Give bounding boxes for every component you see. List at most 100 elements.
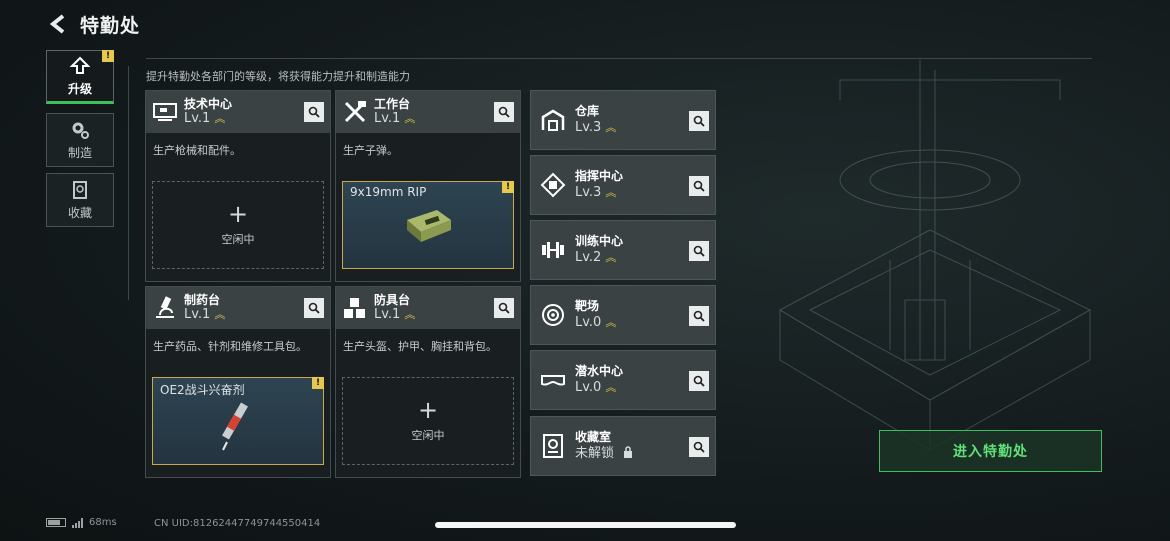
facility-card-tech-center[interactable]: 技术中心 Lv.1 ︽ 生产枪械和配件。 + 空闲中 xyxy=(145,90,331,282)
facility-card-workbench[interactable]: 工作台 Lv.1 ︽ 生产子弹。 9x19mm RIP ! xyxy=(335,90,521,282)
search-icon xyxy=(693,180,705,192)
room-card-command-center[interactable]: 指挥中心 Lv.3 ︽ xyxy=(530,155,716,215)
battery-icon xyxy=(46,518,66,527)
plus-icon: + xyxy=(227,200,249,228)
room-name: 潜水中心 xyxy=(575,364,624,378)
upgrade-icon xyxy=(69,56,91,74)
rank-chevron-icon: ︽ xyxy=(214,308,226,321)
command-icon xyxy=(531,156,575,214)
item-name: OE2战斗兴奋剂 xyxy=(160,383,245,397)
facility-name: 技术中心 xyxy=(184,97,233,111)
chevron-left-icon xyxy=(49,14,65,34)
facility-card-pharmacy[interactable]: 制药台 Lv.1 ︽ 生产药品、针剂和维修工具包。 OE2战斗兴奋剂 ! xyxy=(145,286,331,478)
collection-icon xyxy=(531,417,575,475)
tab-collection[interactable]: 收藏 xyxy=(46,173,114,227)
lock-icon xyxy=(624,446,633,458)
search-icon xyxy=(308,106,320,118)
card-header: 工作台 Lv.1 ︽ xyxy=(336,91,520,133)
collection-icon xyxy=(73,180,87,199)
warning-badge: ! xyxy=(502,181,514,193)
home-indicator[interactable] xyxy=(435,522,736,528)
ammo-box-icon xyxy=(407,210,451,242)
rank-chevron-icon: ︽ xyxy=(605,316,617,329)
facility-level: Lv.1 xyxy=(374,307,401,322)
card-header: 制药台 Lv.1 ︽ xyxy=(146,287,330,329)
rank-chevron-icon: ︽ xyxy=(214,112,226,125)
syringe-icon xyxy=(222,402,248,451)
facility-level: Lv.1 xyxy=(374,111,401,126)
card-header: 防具台 Lv.1 ︽ xyxy=(336,287,520,329)
tab-upgrade[interactable]: 升级 ! xyxy=(46,50,114,104)
status-bar: 68ms xyxy=(46,517,117,528)
dumbbell-icon xyxy=(531,221,575,279)
target-icon xyxy=(531,286,575,344)
card-header: 技术中心 Lv.1 ︽ xyxy=(146,91,330,133)
production-slot-empty[interactable]: + 空闲中 xyxy=(152,181,324,269)
production-slot-item[interactable]: OE2战斗兴奋剂 ! xyxy=(152,377,324,465)
inspect-button[interactable] xyxy=(494,298,514,318)
inspect-button[interactable] xyxy=(689,371,709,391)
rank-chevron-icon: ︽ xyxy=(605,186,617,199)
plus-icon: + xyxy=(417,396,439,424)
facility-name: 工作台 xyxy=(374,97,411,111)
microscope-icon xyxy=(146,287,184,329)
tools-icon xyxy=(336,91,374,133)
tab-label: 升级 xyxy=(67,81,92,96)
inspect-button[interactable] xyxy=(304,102,324,122)
search-icon xyxy=(308,302,320,314)
cubes-icon xyxy=(336,287,374,329)
room-card-warehouse[interactable]: 仓库 Lv.3 ︽ xyxy=(530,90,716,150)
search-icon xyxy=(498,302,510,314)
inspect-button[interactable] xyxy=(304,298,324,318)
room-level: Lv.0 xyxy=(575,315,602,330)
room-card-collection-room[interactable]: 收藏室 未解锁 xyxy=(530,416,716,476)
page-title: 特勤处 xyxy=(80,14,141,37)
search-icon xyxy=(693,441,705,453)
tab-manufacture[interactable]: 制造 xyxy=(46,113,114,167)
search-icon xyxy=(498,106,510,118)
inspect-button[interactable] xyxy=(689,111,709,131)
room-card-training-center[interactable]: 训练中心 Lv.2 ︽ xyxy=(530,220,716,280)
room-name: 指挥中心 xyxy=(575,169,624,183)
production-slot-item[interactable]: 9x19mm RIP ! xyxy=(342,181,514,269)
facility-description: 生产药品、针剂和维修工具包。 xyxy=(153,340,307,353)
inspect-button[interactable] xyxy=(689,176,709,196)
room-name: 仓库 xyxy=(575,104,600,118)
inspect-button[interactable] xyxy=(689,306,709,326)
warehouse-icon xyxy=(531,91,575,149)
inspect-button[interactable] xyxy=(494,102,514,122)
inspect-button[interactable] xyxy=(689,241,709,261)
rank-chevron-icon: ︽ xyxy=(404,112,416,125)
user-uid: CN UID:81262447749744550414 xyxy=(154,518,321,529)
room-level: Lv.3 xyxy=(575,120,602,135)
room-card-diving-center[interactable]: 潜水中心 Lv.0 ︽ xyxy=(530,350,716,410)
enter-base-button[interactable]: 进入特勤处 xyxy=(879,430,1102,472)
tab-label: 收藏 xyxy=(67,205,92,220)
room-level: Lv.0 xyxy=(575,380,602,395)
facility-name: 制药台 xyxy=(184,293,221,307)
facility-description: 生产子弹。 xyxy=(343,144,398,157)
divider xyxy=(128,66,129,300)
facility-card-armor-bench[interactable]: 防具台 Lv.1 ︽ 生产头盔、护甲、胸挂和背包。 + 空闲中 xyxy=(335,286,521,478)
search-icon xyxy=(693,115,705,127)
facility-level: Lv.1 xyxy=(184,307,211,322)
monitor-icon xyxy=(146,91,184,133)
room-level: 未解锁 xyxy=(575,446,615,461)
slot-status: 空闲中 xyxy=(411,429,445,442)
room-name: 训练中心 xyxy=(575,234,624,248)
facility-level: Lv.1 xyxy=(184,111,211,126)
room-name: 收藏室 xyxy=(575,430,612,444)
room-level: Lv.2 xyxy=(575,250,602,265)
inspect-button[interactable] xyxy=(689,437,709,457)
ping-value: 68ms xyxy=(89,517,117,528)
warning-badge: ! xyxy=(312,377,324,389)
warning-badge: ! xyxy=(102,50,114,62)
rank-chevron-icon: ︽ xyxy=(605,121,617,134)
room-card-shooting-range[interactable]: 靶场 Lv.0 ︽ xyxy=(530,285,716,345)
back-button[interactable] xyxy=(44,9,74,39)
signal-icon xyxy=(72,517,83,528)
production-slot-empty[interactable]: + 空闲中 xyxy=(342,377,514,465)
search-icon xyxy=(693,375,705,387)
room-name: 靶场 xyxy=(575,299,600,313)
search-icon xyxy=(693,245,705,257)
